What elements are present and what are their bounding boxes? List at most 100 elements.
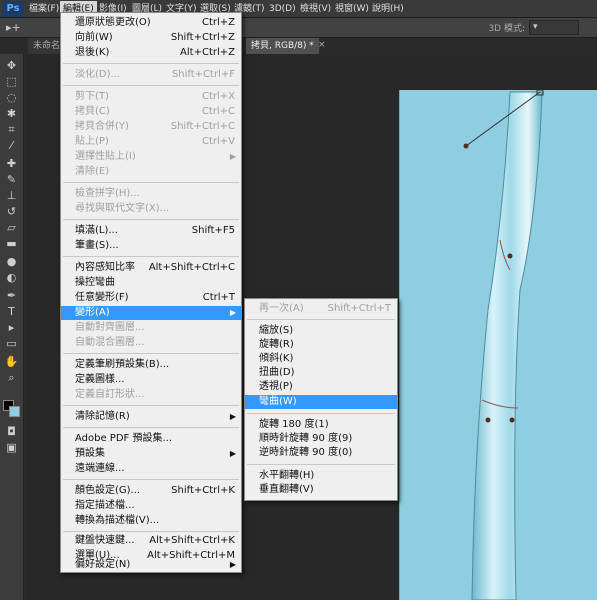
gradient-tool-icon[interactable]: ▬ [3, 236, 20, 251]
menu-item-step-backward[interactable]: 退後(K) Alt+Ctrl+Z [61, 46, 241, 60]
menu-item-auto-blend-layers[interactable]: 自動混合圖層... [61, 336, 241, 350]
menu-separator [63, 219, 239, 220]
menu-item-step-forward[interactable]: 向前(W) Shift+Ctrl+Z [61, 31, 241, 45]
menu-item-presets[interactable]: 預設集 ▶ [61, 447, 241, 461]
menu-item-remote-connections[interactable]: 遠端連線... [61, 462, 241, 476]
eyedropper-icon[interactable]: ⁄ [3, 138, 20, 153]
menu-item-label: 預設集 [75, 448, 105, 459]
menu-item-label: 剪下(T) [75, 91, 109, 102]
menu-item-label: 自動對齊圖層... [75, 322, 145, 333]
menu-item-free-transform[interactable]: 任意變形(F) Ctrl+T [61, 291, 241, 305]
menu-view[interactable]: 檢視(V) [297, 1, 334, 17]
shape-tool-icon[interactable]: ▭ [3, 336, 20, 351]
toolbox: ✥ ⬚ ◌ ✱ ⌗ ⁄ ✚ ✎ ⊥ ↺ ▱ ▬ ● ◐ ✒ T ▸ ▭ ✋ ⌕ … [0, 54, 24, 600]
menu-item-check-spelling[interactable]: 檢查拼字(H)... [61, 187, 241, 201]
menu-item-copy-merged[interactable]: 拷貝合併(Y) Shift+Ctrl+C [61, 120, 241, 134]
brush-tool-icon[interactable]: ✎ [3, 172, 20, 187]
document-canvas[interactable] [399, 90, 597, 600]
dodge-tool-icon[interactable]: ◐ [3, 270, 20, 285]
type-tool-icon[interactable]: T [3, 304, 20, 319]
menu-item-label: 縮放(S) [259, 325, 294, 336]
healing-brush-icon[interactable]: ✚ [3, 156, 20, 171]
menu-separator [247, 464, 395, 465]
menu-window[interactable]: 視窗(W) [332, 1, 372, 17]
menu-item-transform[interactable]: 變形(A) ▶ [61, 306, 241, 320]
menu-item-puppet-warp[interactable]: 操控彎曲 [61, 276, 241, 290]
hand-tool-icon[interactable]: ✋ [3, 354, 20, 369]
menu-item-define-custom-shape[interactable]: 定義自訂形狀... [61, 388, 241, 402]
menu-item-copy[interactable]: 拷貝(C) Ctrl+C [61, 105, 241, 119]
menu-item-preferences[interactable]: 偏好設定(N) ▶ [61, 558, 241, 572]
menu-item-again[interactable]: 再一次(A) Shift+Ctrl+T [245, 302, 397, 316]
menu-item-stroke[interactable]: 筆畫(S)... [61, 239, 241, 253]
menu-item-shortcut: Shift+Ctrl+T [327, 303, 391, 314]
menu-item-warp[interactable]: 彎曲(W) [245, 395, 397, 409]
menu-item-clear[interactable]: 清除(E) [61, 165, 241, 179]
menu-item-label: 遠端連線... [75, 463, 125, 474]
menu-item-label: 順時針旋轉 90 度(9) [259, 433, 353, 444]
edit-menu-dropdown: 還原狀態更改(O) Ctrl+Z 向前(W) Shift+Ctrl+Z 退後(K) A… [60, 12, 242, 573]
menu-item-rotate-180[interactable]: 旋轉 180 度(1) [245, 418, 397, 432]
menu-item-define-brush[interactable]: 定義筆刷預設集(B)... [61, 358, 241, 372]
menu-item-flip-vertical[interactable]: 垂直翻轉(V) [245, 483, 397, 497]
menu-item-pdf-presets[interactable]: Adobe PDF 預設集... [61, 432, 241, 446]
menu-item-perspective[interactable]: 透視(P) [245, 380, 397, 394]
blur-tool-icon[interactable]: ● [3, 254, 20, 269]
move-tool-icon[interactable]: ✥ [3, 58, 20, 73]
menu-item-skew[interactable]: 傾斜(K) [245, 352, 397, 366]
3d-mode-label: 3D 模式: [488, 24, 525, 34]
menu-item-find-replace[interactable]: 尋找與取代文字(X)... [61, 202, 241, 216]
eraser-icon[interactable]: ▱ [3, 220, 20, 235]
menu-item-rotate[interactable]: 旋轉(R) [245, 338, 397, 352]
magic-wand-icon[interactable]: ✱ [3, 106, 20, 121]
menu-item-define-pattern[interactable]: 定義圖樣... [61, 373, 241, 387]
menu-file[interactable]: 檔案(F) [26, 1, 62, 17]
marquee-tool-icon[interactable]: ⬚ [3, 74, 20, 89]
path-selection-icon[interactable]: ▸ [3, 320, 20, 335]
tab-active-document[interactable]: 拷貝, RGB/8) * [246, 38, 319, 54]
menu-item-keyboard-shortcuts[interactable]: 鍵盤快速鍵... Alt+Shift+Ctrl+K [61, 534, 241, 548]
menu-item-convert-profile[interactable]: 轉換為描述檔(V)... [61, 514, 241, 528]
menu-item-rotate-90-ccw[interactable]: 逆時針旋轉 90 度(0) [245, 446, 397, 460]
lasso-tool-icon[interactable]: ◌ [3, 90, 20, 105]
screen-mode-icon[interactable]: ▣ [3, 440, 20, 455]
crop-tool-icon[interactable]: ⌗ [3, 122, 20, 137]
zoom-tool-icon[interactable]: ⌕ [3, 370, 20, 385]
menu-3d[interactable]: 3D(D) [266, 1, 299, 17]
menu-item-rotate-90-cw[interactable]: 順時針旋轉 90 度(9) [245, 432, 397, 446]
menu-item-label: Adobe PDF 預設集... [75, 433, 173, 444]
menu-item-undo[interactable]: 還原狀態更改(O) Ctrl+Z [61, 16, 241, 30]
submenu-arrow-icon: ▶ [229, 152, 236, 161]
close-tab-icon[interactable]: × [318, 40, 326, 50]
menu-item-auto-align-layers[interactable]: 自動對齊圖層... [61, 321, 241, 335]
clone-stamp-icon[interactable]: ⊥ [3, 188, 20, 203]
menu-item-label: 自動混合圖層... [75, 337, 145, 348]
menu-item-assign-profile[interactable]: 指定描述檔... [61, 499, 241, 513]
3d-mode-select[interactable]: ▾ [529, 20, 579, 35]
menu-item-content-aware-scale[interactable]: 內容感知比率 Alt+Shift+Ctrl+C [61, 261, 241, 275]
menu-item-paste[interactable]: 貼上(P) Ctrl+V [61, 135, 241, 149]
menu-item-distort[interactable]: 扭曲(D) [245, 366, 397, 380]
menu-separator [247, 319, 395, 320]
warp-control-point[interactable] [485, 417, 491, 423]
background-color-swatch[interactable] [9, 406, 20, 417]
move-tool-icon[interactable]: ▸+ [6, 21, 21, 34]
menu-item-purge[interactable]: 清除記憶(R) ▶ [61, 410, 241, 424]
menu-item-color-settings[interactable]: 顏色設定(G)... Shift+Ctrl+K [61, 484, 241, 498]
warp-control-point[interactable] [463, 143, 469, 149]
pen-tool-icon[interactable]: ✒ [3, 288, 20, 303]
warp-control-point[interactable] [507, 253, 513, 259]
menu-item-label: 淡化(D)... [75, 69, 121, 80]
menu-item-scale[interactable]: 縮放(S) [245, 324, 397, 338]
menu-item-label: 定義圖樣... [75, 374, 125, 385]
quick-mask-icon[interactable]: ◘ [3, 424, 20, 439]
menu-item-fill[interactable]: 填滿(L)... Shift+F5 [61, 224, 241, 238]
menu-help[interactable]: 說明(H) [369, 1, 407, 17]
menu-item-shortcut: Alt+Shift+Ctrl+K [149, 535, 235, 546]
menu-item-cut[interactable]: 剪下(T) Ctrl+X [61, 90, 241, 104]
menu-item-fade[interactable]: 淡化(D)... Shift+Ctrl+F [61, 68, 241, 82]
menu-item-paste-special[interactable]: 選擇性貼上(I) ▶ [61, 150, 241, 164]
menu-item-flip-horizontal[interactable]: 水平翻轉(H) [245, 469, 397, 483]
warp-control-point[interactable] [509, 417, 515, 423]
history-brush-icon[interactable]: ↺ [3, 204, 20, 219]
